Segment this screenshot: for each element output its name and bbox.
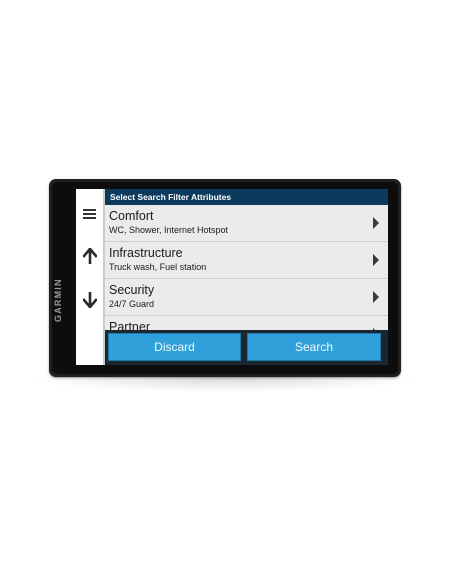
chevron-right-icon <box>373 291 379 303</box>
list-item-title: Comfort <box>109 209 154 223</box>
search-button[interactable]: Search <box>247 333 381 361</box>
side-navigation <box>76 189 105 365</box>
list-item-subtitle: Truck wash, Fuel station <box>109 262 207 272</box>
chevron-right-icon <box>373 254 379 266</box>
list-item-title: Infrastructure <box>109 246 183 260</box>
scroll-down-button[interactable] <box>76 285 103 315</box>
arrow-down-icon <box>82 292 97 308</box>
scroll-up-button[interactable] <box>76 241 103 271</box>
chevron-right-icon <box>373 217 379 229</box>
list-item-title: Security <box>109 283 155 297</box>
brand-logo: GARMIN <box>53 278 63 322</box>
list-item-comfort[interactable]: Comfort WC, Shower, Internet Hotspot <box>105 205 388 242</box>
device-screen: Select Search Filter Attributes Comfort … <box>76 189 388 365</box>
arrow-up-icon <box>82 248 97 264</box>
action-bar: Discard Search <box>105 330 388 365</box>
screen-title: Select Search Filter Attributes <box>105 189 388 205</box>
list-item-infrastructure[interactable]: Infrastructure Truck wash, Fuel station <box>105 242 388 279</box>
discard-button[interactable]: Discard <box>108 333 241 361</box>
list-item-security[interactable]: Security 24/7 Guard <box>105 279 388 316</box>
menu-icon <box>83 207 96 221</box>
list-item-subtitle: 24/7 Guard <box>109 299 155 309</box>
list-item-subtitle: WC, Shower, Internet Hotspot <box>109 225 229 235</box>
menu-button[interactable] <box>76 199 103 229</box>
